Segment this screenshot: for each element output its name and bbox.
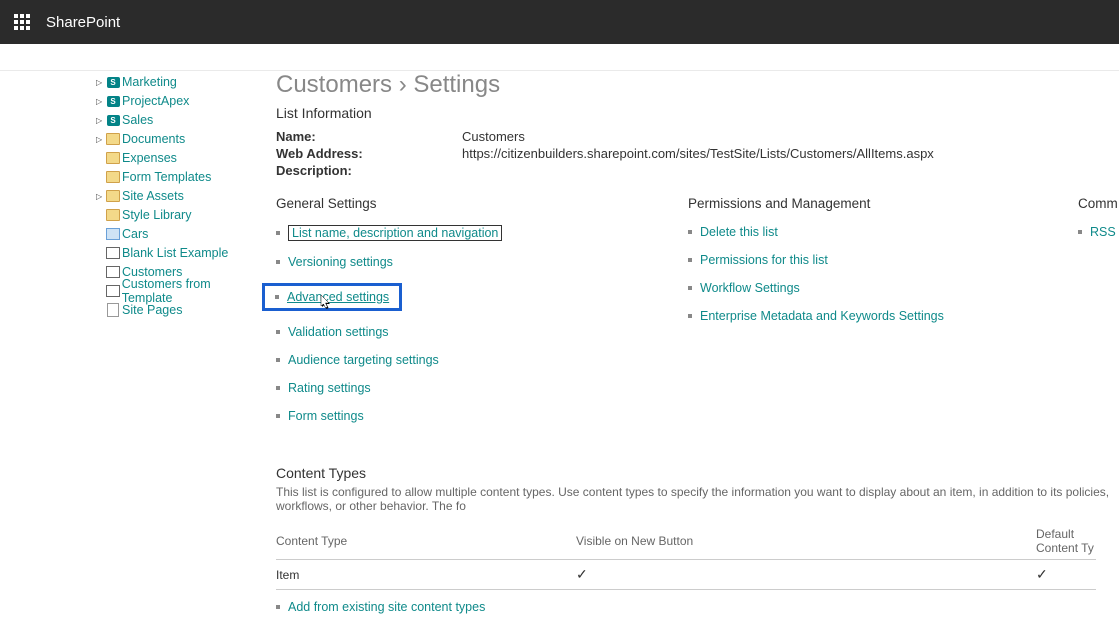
cursor-icon [317,295,333,313]
link-delete-list[interactable]: Delete this list [700,225,778,239]
link-permissions-list[interactable]: Permissions for this list [700,253,828,267]
list-info-heading: List Information [276,105,1119,121]
ct-item-link[interactable]: Item [276,568,299,582]
ct-col-visible: Visible on New Button [576,523,1036,560]
link-rating-settings[interactable]: Rating settings [288,381,371,395]
check-icon: ✓ [576,560,1036,590]
link-audience-targeting[interactable]: Audience targeting settings [288,353,439,367]
link-add-content-type[interactable]: Add from existing site content types [288,600,485,614]
nav-tree: ▷SMarketing ▷SProjectApex ▷SSales ▷Docum… [0,71,260,628]
name-value: Customers [462,129,525,144]
brand-label[interactable]: SharePoint [46,14,120,31]
suite-bar: SharePoint [0,0,1119,44]
link-enterprise-metadata[interactable]: Enterprise Metadata and Keywords Setting… [700,309,944,323]
link-list-name-desc-nav[interactable]: List name, description and navigation [288,225,502,241]
sidebar-item-blank-list[interactable]: Blank List Example [122,246,228,260]
link-rss[interactable]: RSS [1090,225,1116,239]
link-workflow-settings[interactable]: Workflow Settings [700,281,800,295]
ct-col-type: Content Type [276,523,576,560]
sidebar-item-customers-template[interactable]: Customers from Template [122,277,260,305]
link-form-settings[interactable]: Form settings [288,409,364,423]
sidebar-item-marketing[interactable]: Marketing [122,75,177,89]
communications-heading: Comm [1078,196,1119,211]
table-row: Item ✓ ✓ [276,560,1096,590]
check-icon: ✓ [1036,560,1096,590]
web-address-label: Web Address: [276,146,462,161]
sidebar-item-site-assets[interactable]: Site Assets [122,189,184,203]
ct-col-default: Default Content Ty [1036,523,1096,560]
web-address-value: https://citizenbuilders.sharepoint.com/s… [462,146,934,161]
content-types-desc: This list is configured to allow multipl… [276,485,1119,513]
page-title: Customers › Settings [276,71,1119,99]
ribbon-placeholder [0,44,1119,71]
sidebar-item-sales[interactable]: Sales [122,113,153,127]
description-label: Description: [276,163,462,178]
content-types-table: Content Type Visible on New Button Defau… [276,523,1096,590]
main-content: Customers › Settings List Information Na… [260,71,1119,628]
sidebar-item-cars[interactable]: Cars [122,227,148,241]
name-label: Name: [276,129,462,144]
permissions-heading: Permissions and Management [688,196,1078,211]
sidebar-item-documents[interactable]: Documents [122,132,185,146]
link-versioning-settings[interactable]: Versioning settings [288,255,393,269]
link-validation-settings[interactable]: Validation settings [288,325,389,339]
sidebar-item-site-pages[interactable]: Site Pages [122,303,182,317]
general-settings-heading: General Settings [276,196,688,211]
sidebar-item-style-library[interactable]: Style Library [122,208,191,222]
sidebar-item-projectapex[interactable]: ProjectApex [122,94,189,108]
content-types-heading: Content Types [276,465,1119,481]
sidebar-item-expenses[interactable]: Expenses [122,151,177,165]
sidebar-item-form-templates[interactable]: Form Templates [122,170,211,184]
app-launcher-icon[interactable] [0,0,44,44]
link-advanced-settings[interactable]: Advanced settings [287,290,389,304]
